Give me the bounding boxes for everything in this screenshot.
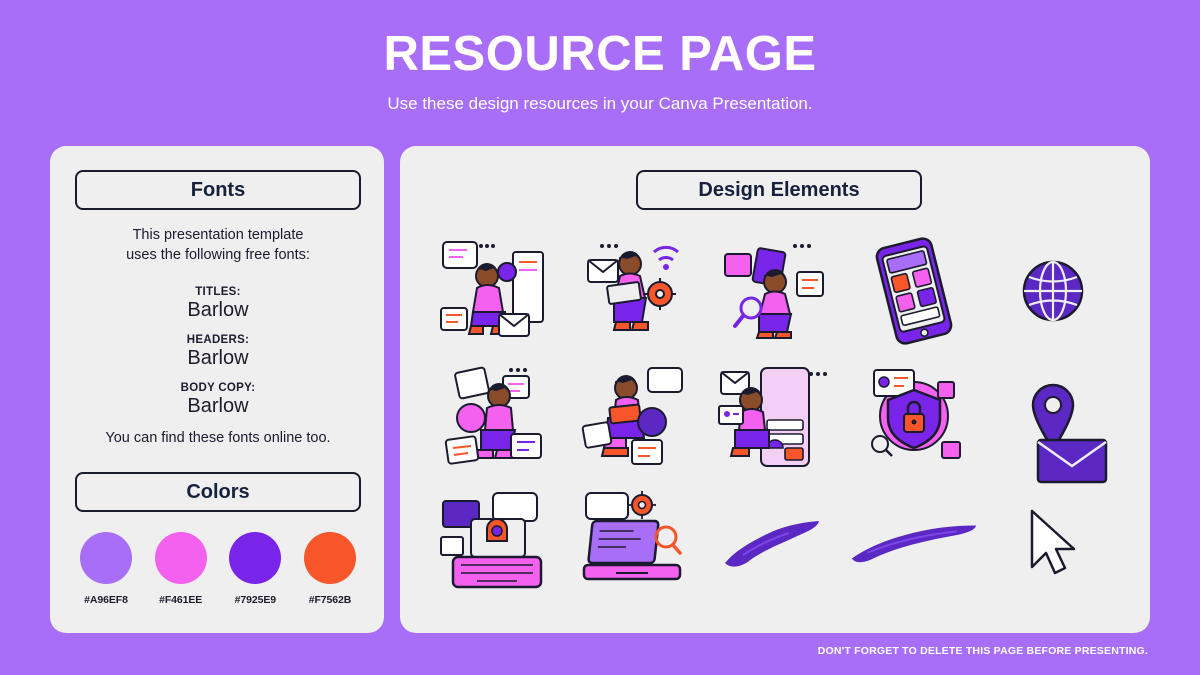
illustration-person-sitting-laptop[interactable] xyxy=(570,357,702,477)
fonts-outro: You can find these fonts online too. xyxy=(105,430,331,446)
brush-stroke-large[interactable] xyxy=(848,483,980,603)
fonts-heading: Fonts xyxy=(75,170,361,210)
design-elements-grid xyxy=(428,228,1122,606)
design-elements-panel: Design Elements xyxy=(400,146,1150,633)
illustration-person-with-documents[interactable] xyxy=(431,357,563,477)
illustration-person-reading-with-mail[interactable] xyxy=(431,231,563,351)
illustration-person-chat-screen[interactable] xyxy=(709,357,841,477)
color-hex-label: #7925E9 xyxy=(234,594,276,606)
color-dot xyxy=(229,532,282,584)
color-hex-label: #F461EE xyxy=(159,594,203,606)
illustration-smartphone-app[interactable] xyxy=(848,231,980,351)
color-swatch: #7925E9 xyxy=(224,532,286,606)
color-hex-label: #A96EF8 xyxy=(84,594,128,606)
footer-note: DON'T FORGET TO DELETE THIS PAGE BEFORE … xyxy=(817,645,1148,657)
illustration-security-lock[interactable] xyxy=(848,357,980,477)
font-group-headers-value: Barlow xyxy=(187,347,249,369)
color-dot xyxy=(154,532,207,584)
font-group-titles-value: Barlow xyxy=(187,299,249,321)
design-elements-heading: Design Elements xyxy=(636,170,922,210)
illustration-person-with-magnifier[interactable] xyxy=(709,231,841,351)
page-title: RESOURCE PAGE xyxy=(383,27,817,81)
slide-root: RESOURCE PAGE Use these design resources… xyxy=(0,0,1200,675)
icon-globe[interactable] xyxy=(987,231,1119,351)
brush-stroke-small[interactable] xyxy=(709,483,841,603)
icon-cursor-arrow[interactable] xyxy=(987,483,1119,603)
font-group-body-copy-label: BODY COPY: xyxy=(180,382,256,394)
icon-envelope[interactable] xyxy=(1036,438,1108,489)
fonts-intro: This presentation template uses the foll… xyxy=(75,226,361,265)
illustration-desktop-chat[interactable] xyxy=(431,483,563,603)
font-group-headers-label: HEADERS: xyxy=(186,334,250,346)
font-group-body-copy-value: Barlow xyxy=(187,395,249,417)
page-subtitle: Use these design resources in your Canva… xyxy=(387,94,813,113)
color-swatch: #F7562B xyxy=(299,532,361,606)
color-hex-label: #F7562B xyxy=(308,594,352,606)
color-swatch-list: #A96EF8 #F461EE #7925E9 #F7562B xyxy=(75,532,361,606)
illustration-laptop-search[interactable] xyxy=(570,483,702,603)
color-swatch: #F461EE xyxy=(150,532,212,606)
fonts-intro-line1: This presentation template xyxy=(132,227,304,243)
color-swatch: #A96EF8 xyxy=(75,532,137,606)
font-group-titles-label: TITLES: xyxy=(195,286,241,298)
fonts-and-colors-panel: Fonts This presentation template uses th… xyxy=(50,146,384,633)
font-group-body-copy: BODY COPY: Barlow xyxy=(75,382,361,418)
illustration-person-laptop-wifi[interactable] xyxy=(570,231,702,351)
font-group-headers: HEADERS: Barlow xyxy=(75,334,361,370)
color-dot xyxy=(80,532,132,584)
color-dot xyxy=(303,532,356,584)
font-group-titles: TITLES: Barlow xyxy=(75,286,361,322)
colors-heading: Colors xyxy=(75,472,361,512)
fonts-intro-line2: uses the following free fonts: xyxy=(126,246,310,263)
